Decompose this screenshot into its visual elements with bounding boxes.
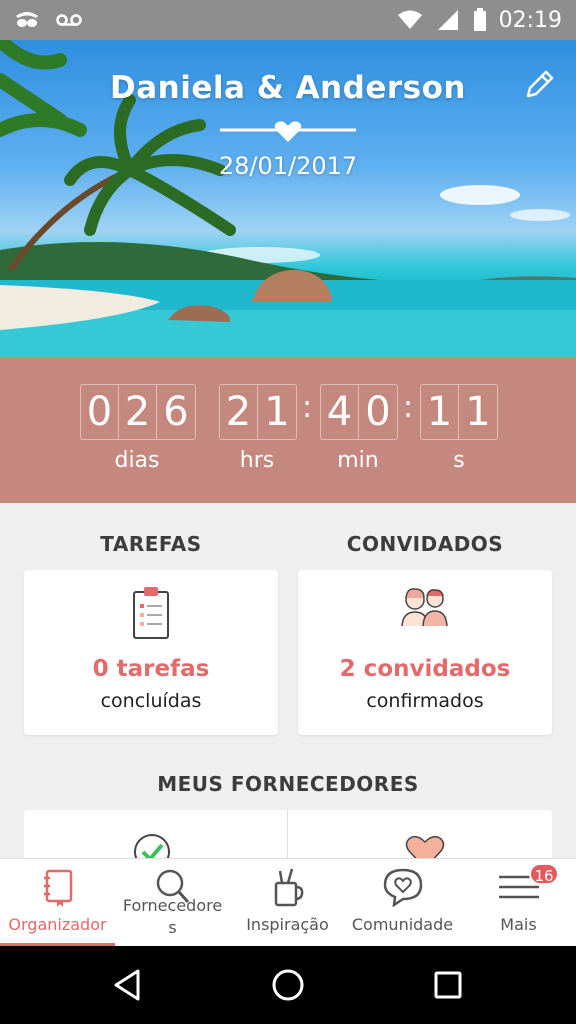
pencil-icon — [526, 70, 554, 98]
system-nav-bar — [0, 946, 576, 1024]
countdown-digit: 1 — [421, 385, 459, 439]
guests-title: CONVIDADOS — [346, 532, 504, 556]
countdown: 0 2 6 2 1 : 4 0 : 1 1 dias hrs min s — [0, 358, 576, 503]
recents-icon[interactable] — [432, 968, 464, 1002]
nav-label-line: Fornecedore — [122, 896, 223, 915]
nav-inspiracao[interactable]: Inspiração — [230, 859, 345, 947]
notification-badge: 16 — [529, 863, 559, 885]
countdown-label-minutes: min — [337, 448, 379, 473]
tasks-count: 0 tarefas — [92, 656, 210, 682]
wifi-icon — [397, 10, 423, 30]
nav-label: Fornecedore s — [115, 895, 230, 939]
voicemail-icon — [56, 10, 82, 30]
back-icon[interactable] — [112, 968, 144, 1002]
edit-button[interactable] — [520, 68, 556, 104]
nav-label: Inspiração — [246, 915, 329, 934]
clipboard-icon — [133, 587, 169, 639]
nav-label: Mais — [500, 915, 537, 934]
countdown-digit: 2 — [220, 385, 258, 439]
countdown-days: 0 2 6 — [80, 384, 196, 440]
nav-comunidade[interactable]: Comunidade — [345, 859, 460, 947]
tasks-card[interactable]: 0 tarefas concluídas — [24, 570, 278, 735]
couple-icon — [401, 588, 448, 627]
nav-label-line: s — [168, 918, 177, 937]
countdown-hours: 2 1 — [219, 384, 297, 440]
nav-label: Comunidade — [351, 915, 454, 934]
wedding-date: 28/01/2017 — [218, 152, 358, 180]
nav-mais[interactable]: 16 Mais — [461, 859, 576, 947]
countdown-digit: 0 — [81, 385, 119, 439]
vendors-title: MEUS FORNECEDORES — [157, 772, 419, 796]
nav-fornecedores[interactable]: Fornecedore s — [115, 859, 230, 947]
status-bar: 02:19 — [0, 0, 576, 40]
heart-divider — [220, 121, 356, 142]
bottom-nav: Organizador Fornecedore s Inspiração Com… — [0, 858, 576, 947]
home-icon[interactable] — [271, 968, 305, 1002]
countdown-minutes: 4 0 — [320, 384, 398, 440]
nav-label: Organizador — [8, 915, 107, 934]
couple-names: Daniela & Anderson — [110, 70, 466, 106]
countdown-label-seconds: s — [453, 448, 465, 473]
guests-count: 2 convidados — [339, 656, 511, 682]
countdown-separator: : — [302, 390, 313, 425]
tasks-subtitle: concluídas — [100, 690, 202, 712]
signal-icon — [435, 10, 461, 30]
incognito-icon — [14, 10, 40, 30]
countdown-seconds: 1 1 — [420, 384, 498, 440]
nav-organizador[interactable]: Organizador — [0, 859, 115, 947]
countdown-digit: 2 — [119, 385, 157, 439]
countdown-digit: 1 — [264, 389, 290, 435]
battery-icon — [473, 8, 487, 31]
notebook-icon — [43, 869, 72, 907]
chat-heart-icon — [383, 868, 422, 907]
countdown-digit: 1 — [465, 389, 491, 435]
pencil-cup-icon — [274, 868, 303, 907]
countdown-label-hours: hrs — [239, 448, 275, 473]
tasks-title: TAREFAS — [100, 532, 202, 556]
countdown-digit: 0 — [365, 389, 391, 435]
hero-banner: Daniela & Anderson 28/01/2017 — [0, 40, 576, 358]
countdown-label-days: dias — [114, 448, 160, 473]
guests-subtitle: confirmados — [366, 690, 484, 712]
countdown-digit: 6 — [163, 389, 189, 435]
countdown-digit: 4 — [321, 385, 359, 439]
countdown-separator: : — [403, 390, 414, 425]
guests-card[interactable]: 2 convidados confirmados — [298, 570, 552, 735]
status-time: 02:19 — [498, 7, 562, 33]
